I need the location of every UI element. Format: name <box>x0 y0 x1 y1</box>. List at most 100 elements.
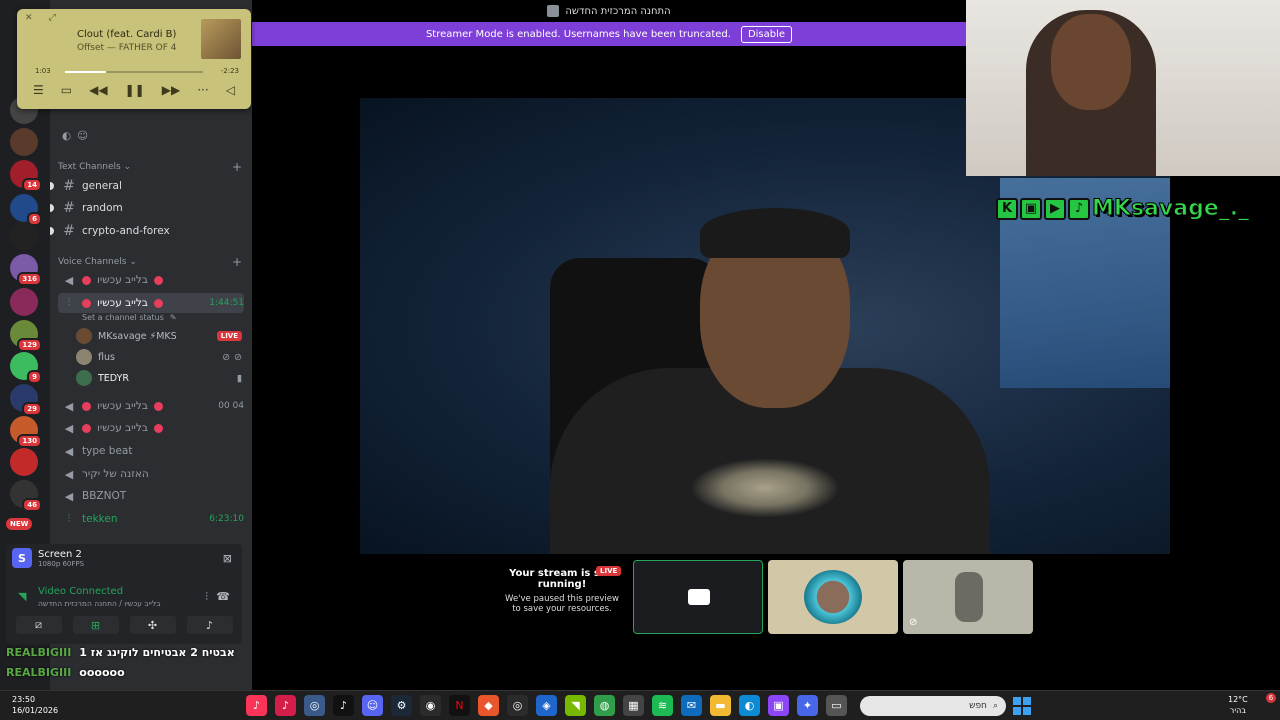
apple-music-icon[interactable]: ♪ <box>246 695 267 716</box>
tiktok-icon[interactable]: ♪ <box>333 695 354 716</box>
stop-share-icon[interactable]: ⊠ <box>223 552 232 565</box>
outlook-icon[interactable]: ✉ <box>681 695 702 716</box>
copilot-icon[interactable]: ✦ <box>797 695 818 716</box>
app-icon[interactable]: ◈ <box>536 695 557 716</box>
calculator-icon[interactable]: ▦ <box>623 695 644 716</box>
system-clock[interactable]: 23:50 16/01/2026 <box>12 694 58 716</box>
obs-icon[interactable]: ◉ <box>420 695 441 716</box>
add-text-channel-icon[interactable]: + <box>232 160 242 174</box>
game-icon[interactable]: ◆ <box>478 695 499 716</box>
weather-widget[interactable]: 12°C בהיר <box>1228 694 1248 716</box>
server-icon[interactable] <box>10 288 38 316</box>
twitch-icon[interactable]: ▣ <box>768 695 789 716</box>
soundboard-icon[interactable]: ♪ <box>186 616 233 634</box>
start-button[interactable] <box>1013 697 1031 715</box>
hoodie-logo <box>690 458 840 518</box>
voice-connection-panel: S Screen 2 1080p 60FPS ⊠ ◥ Video Connect… <box>6 544 242 644</box>
fast-forward-icon[interactable]: ▶▶ <box>162 83 180 97</box>
lyrics-icon[interactable]: ▭ <box>61 83 72 97</box>
app-icon[interactable]: ◎ <box>507 695 528 716</box>
signal-icon[interactable]: ◥ <box>18 590 26 603</box>
channel-status-setter[interactable]: Set a channel status ✎ <box>58 310 244 324</box>
server-icon[interactable]: 9 <box>10 352 42 384</box>
server-icon[interactable] <box>10 448 38 476</box>
disable-streamer-mode-button[interactable]: Disable <box>740 25 793 43</box>
mention-badge: 29 <box>22 402 42 416</box>
server-icon[interactable]: 46 <box>10 480 42 512</box>
hash-icon: # <box>63 200 75 216</box>
red-dot-icon <box>82 423 91 433</box>
more-icon[interactable]: ··· <box>197 83 208 97</box>
voice-channel[interactable]: ◀ type beat <box>58 441 244 461</box>
song-artist: Offset — FATHER OF 4 <box>77 43 177 53</box>
channel-general[interactable]: # general <box>58 176 244 196</box>
voice-status[interactable]: Video Connected <box>38 586 123 597</box>
tiktok-live-icon[interactable]: ♪ <box>275 695 296 716</box>
voice-channel[interactable]: ◀ האזנה של יקיר <box>58 464 244 484</box>
steam-icon[interactable]: ⚙ <box>391 695 412 716</box>
server-icon[interactable]: 6 <box>10 194 42 226</box>
voice-user[interactable]: MKsavage ⚡MKS LIVE <box>76 327 242 345</box>
voice-channel[interactable]: ◀ בלייב עכשיו <box>58 270 244 290</box>
file-explorer-icon[interactable]: ▬ <box>710 695 731 716</box>
webcam-feed <box>966 0 1280 176</box>
browser-icon[interactable]: ◎ <box>304 695 325 716</box>
expand-icon[interactable]: ⤢ <box>49 13 56 23</box>
voice-channel[interactable]: ◀ BBZNOT <box>58 486 244 506</box>
server-icon[interactable] <box>10 128 38 156</box>
server-icon[interactable] <box>10 222 38 250</box>
volume-icon[interactable]: ◁ <box>226 83 235 97</box>
voice-settings-icon[interactable]: ◐ <box>62 130 71 142</box>
add-voice-channel-icon[interactable]: + <box>232 255 242 269</box>
discord-icon[interactable]: ☺ <box>362 695 383 716</box>
voice-channel[interactable]: ⫶ tekken 6:23:10 <box>58 509 244 529</box>
sidebar-utility-row: ◐ ☺ <box>58 126 244 146</box>
server-icon[interactable]: 129 <box>10 320 42 352</box>
voice-active-icon: ⫶ <box>67 296 71 309</box>
notification-badge[interactable]: 6 <box>1266 693 1276 703</box>
edge-icon[interactable]: ◐ <box>739 695 760 716</box>
participant-tile[interactable] <box>633 560 763 634</box>
server-icon[interactable]: 130 <box>10 416 42 448</box>
activities-icon[interactable]: ✣ <box>129 616 176 634</box>
netflix-icon[interactable]: N <box>449 695 470 716</box>
avatar <box>804 570 862 624</box>
voice-user[interactable]: flus ⊘ ⊘ <box>76 348 242 366</box>
voice-channel[interactable]: ◀ בלייב עכשיו 00 04 <box>58 396 244 416</box>
voice-channels-category[interactable]: Voice Channels ⌄ + <box>58 255 242 269</box>
deafen-icon: ⊘ <box>234 351 242 363</box>
participant-tile[interactable] <box>768 560 898 634</box>
list-icon[interactable]: ☰ <box>33 83 44 97</box>
noise-suppression-icon[interactable]: ⫶ <box>205 590 208 604</box>
app-icon[interactable]: ▭ <box>826 695 847 716</box>
channel-random[interactable]: # random <box>58 198 244 218</box>
participant-tile[interactable]: ⊘ <box>903 560 1033 634</box>
emoji-icon[interactable]: ☺ <box>77 130 88 142</box>
disconnect-icon[interactable]: ☎ <box>216 590 230 603</box>
server-icon[interactable]: 316 <box>10 254 42 286</box>
rewind-icon[interactable]: ◀◀ <box>89 83 107 97</box>
participant-video <box>955 572 983 622</box>
song-title: Clout (feat. Cardi B) <box>77 29 177 40</box>
voice-action-buttons: ⧄ ⊞ ✣ ♪ <box>10 616 238 636</box>
spotify-icon[interactable]: ≋ <box>652 695 673 716</box>
voice-user[interactable]: TEDYR ▮ <box>76 369 242 387</box>
pause-icon[interactable]: ❚❚ <box>125 83 145 97</box>
muted-icon: ⊘ <box>909 617 918 628</box>
voice-channel[interactable]: ◀ בלייב עכשיו <box>58 418 244 438</box>
chrome-icon[interactable]: ◍ <box>594 695 615 716</box>
window-title-bar: התחנה המרכזית החדשה <box>252 0 966 22</box>
channel-crypto-and-forex[interactable]: # crypto-and-forex <box>58 221 244 241</box>
nvidia-icon[interactable]: ◥ <box>565 695 586 716</box>
taskbar-search[interactable]: חפש ⌕ <box>860 696 1006 716</box>
screen-icon: S <box>12 548 32 568</box>
screen-share-icon[interactable]: ⊞ <box>72 616 119 634</box>
text-channels-category[interactable]: Text Channels ⌄ + <box>58 160 242 174</box>
close-icon[interactable]: ✕ <box>25 13 33 23</box>
taskbar: 23:50 16/01/2026 ♪ ♪ ◎ ♪ ☺ ⚙ ◉ N ◆ ◎ ◈ ◥… <box>0 690 1280 720</box>
progress-bar[interactable] <box>65 71 203 73</box>
camera-off-icon[interactable]: ⧄ <box>15 616 62 634</box>
server-icon[interactable]: 29 <box>10 384 42 416</box>
music-player-widget: ✕ ⤢ Clout (feat. Cardi B) Offset — FATHE… <box>17 9 251 109</box>
server-icon[interactable]: 14 <box>10 160 42 192</box>
